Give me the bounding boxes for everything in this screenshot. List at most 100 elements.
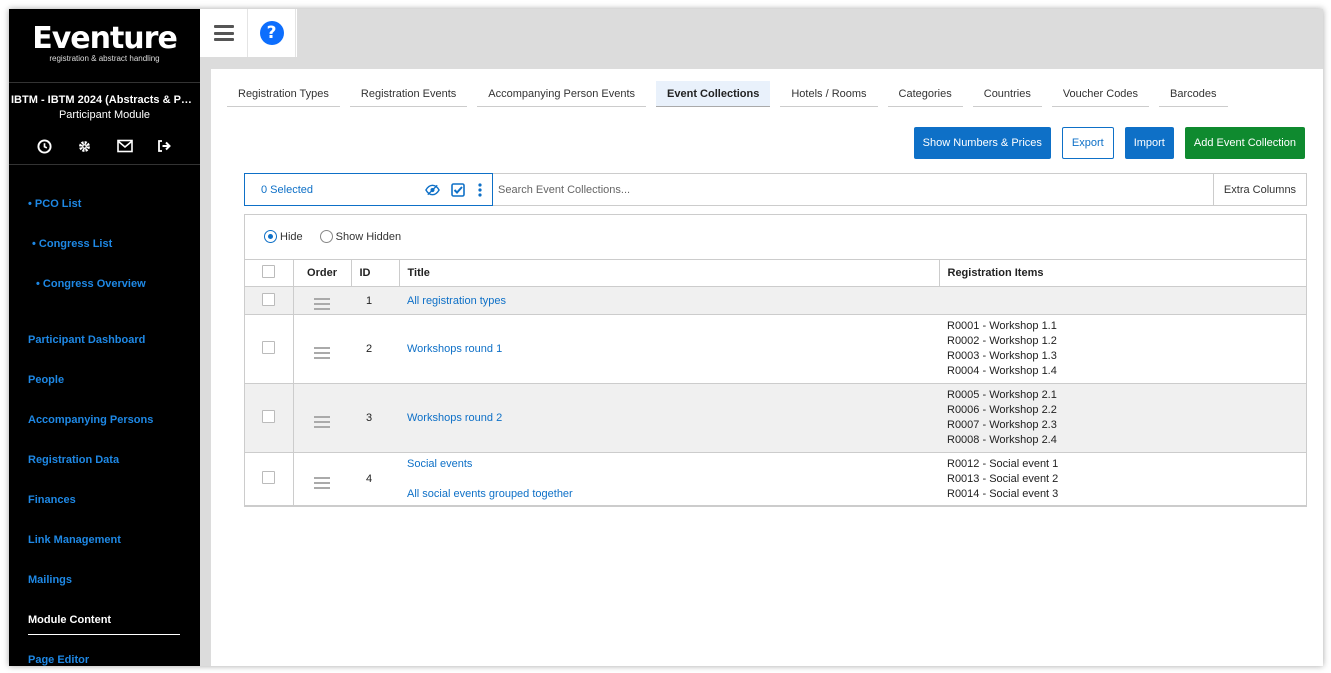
sidebar-item-congress-list[interactable]: • Congress List: [32, 238, 112, 250]
sidebar-icon-bar: [9, 138, 200, 154]
tab-barcodes[interactable]: Barcodes: [1159, 81, 1228, 107]
kebab-menu-icon[interactable]: [476, 182, 484, 198]
sidebar-item-pco-list[interactable]: • PCO List: [28, 198, 81, 210]
hide-radio[interactable]: [264, 230, 277, 243]
registration-item: R0013 - Social event 2: [947, 472, 1059, 485]
row-checkbox[interactable]: [262, 341, 276, 354]
tab-registration-types[interactable]: Registration Types: [227, 81, 340, 107]
drag-handle-icon[interactable]: [314, 346, 331, 359]
row-checkbox-cell: [245, 383, 294, 453]
sidebar-item-finances[interactable]: Finances: [28, 494, 76, 506]
clock-icon[interactable]: [37, 138, 53, 154]
sidebar-divider: [9, 82, 200, 83]
logo-title: Eventure: [32, 21, 178, 56]
table-row[interactable]: 1 All registration types: [245, 286, 1306, 315]
top-bar: ?: [200, 9, 297, 57]
drag-handle-icon[interactable]: [314, 476, 331, 489]
table-row[interactable]: 3 Workshops round 2 R0005 - Workshop 2.1…: [245, 383, 1306, 453]
tab-categories[interactable]: Categories: [887, 81, 963, 107]
id-header[interactable]: ID: [350, 259, 400, 287]
registration-item: R0002 - Workshop 1.2: [947, 335, 1057, 347]
table-row[interactable]: 2 Workshops round 1 R0001 - Workshop 1.1…: [245, 314, 1306, 384]
table-row[interactable]: 4 Social events All social events groupe…: [245, 452, 1306, 506]
show-numbers-prices-button[interactable]: Show Numbers & Prices: [913, 127, 1051, 159]
tab-voucher-codes[interactable]: Voucher Codes: [1051, 81, 1150, 107]
sidebar-item-accompanying-persons[interactable]: Accompanying Persons: [28, 414, 153, 426]
eye-slash-icon[interactable]: [424, 182, 440, 198]
order-header[interactable]: Order: [293, 259, 351, 287]
row-items-cell: [939, 286, 1306, 315]
registration-item: R0012 - Social event 1: [947, 457, 1059, 470]
import-button[interactable]: Import: [1124, 127, 1174, 159]
drag-handle-icon[interactable]: [314, 298, 331, 310]
tab-countries[interactable]: Countries: [972, 81, 1042, 107]
drag-handle-cell: [293, 314, 351, 384]
show-hidden-radio[interactable]: [319, 230, 333, 243]
export-button[interactable]: Export: [1061, 127, 1114, 159]
search-input[interactable]: [498, 183, 1213, 196]
add-event-collection-button[interactable]: Add Event Collection: [1184, 127, 1305, 159]
row-items-cell: R0005 - Workshop 2.1 R0006 - Workshop 2.…: [939, 383, 1306, 453]
list-toolbar: 0 Selected Extra Columns: [244, 173, 1307, 206]
row-checkbox-cell: [245, 452, 294, 506]
row-id: 3: [351, 383, 399, 453]
module-name: Participant Module: [58, 109, 151, 121]
logo[interactable]: Eventure registration & abstract handlin…: [9, 21, 200, 64]
row-title-link[interactable]: Workshops round 2: [407, 412, 502, 424]
row-title-cell: Workshops round 2: [399, 383, 939, 453]
row-checkbox-cell: [245, 286, 294, 315]
sidebar-item-participant-dashboard[interactable]: Participant Dashboard: [28, 334, 145, 346]
tab-accompanying-person-events[interactable]: Accompanying Person Events: [477, 81, 647, 107]
registration-item: R0008 - Workshop 2.4: [947, 434, 1057, 446]
row-items-cell: R0012 - Social event 1 R0013 - Social ev…: [939, 452, 1306, 506]
tab-event-collections[interactable]: Event Collections: [656, 81, 771, 107]
sidebar-item-mailings[interactable]: Mailings: [28, 574, 72, 586]
extra-columns-button[interactable]: Extra Columns: [1213, 174, 1306, 205]
row-title-link[interactable]: Workshops round 1: [407, 343, 502, 355]
row-title-cell: Social events All social events grouped …: [399, 452, 939, 506]
title-header[interactable]: Title: [399, 259, 939, 287]
show-hidden-label[interactable]: Show Hidden: [336, 231, 401, 243]
select-all-checkbox[interactable]: [262, 265, 276, 278]
event-collections-table: Order ID Title Registration Items 1 All …: [245, 259, 1306, 506]
row-title-link[interactable]: Social events: [407, 458, 472, 470]
row-checkbox[interactable]: [262, 471, 276, 484]
select-all-header: [245, 259, 294, 287]
tab-hotels-rooms[interactable]: Hotels / Rooms: [780, 81, 878, 107]
row-id: 2: [351, 314, 399, 384]
selection-box: 0 Selected: [244, 173, 493, 206]
sidebar-item-registration-data[interactable]: Registration Data: [28, 454, 119, 466]
selected-count[interactable]: 0 Selected: [261, 184, 414, 196]
hide-label[interactable]: Hide: [280, 231, 303, 243]
registration-item: R0005 - Workshop 2.1: [947, 389, 1057, 401]
hamburger-icon: [213, 25, 234, 41]
sidebar-item-page-editor[interactable]: Page Editor: [28, 654, 89, 666]
mail-icon[interactable]: [116, 138, 133, 154]
row-checkbox[interactable]: [262, 292, 276, 306]
row-title-link[interactable]: All registration types: [407, 295, 506, 307]
check-square-icon[interactable]: [450, 182, 466, 198]
registration-item: R0001 - Workshop 1.1: [947, 320, 1057, 332]
help-button[interactable]: ?: [248, 9, 296, 57]
gear-icon[interactable]: [77, 138, 93, 154]
row-checkbox-cell: [245, 314, 294, 384]
registration-item: R0004 - Workshop 1.4: [947, 365, 1057, 377]
logout-icon[interactable]: [157, 138, 173, 154]
drag-handle-cell: [293, 452, 351, 506]
row-checkbox[interactable]: [262, 410, 276, 423]
action-buttons: Show Numbers & Prices Export Import Add …: [913, 127, 1305, 159]
registration-item: R0007 - Workshop 2.3: [947, 419, 1057, 431]
sidebar-item-people[interactable]: People: [28, 374, 64, 386]
sidebar-item-module-content[interactable]: Module Content: [28, 614, 111, 626]
row-title-cell: Workshops round 1: [399, 314, 939, 384]
main-panel: Registration Types Registration Events A…: [211, 69, 1323, 666]
sidebar-item-congress-overview[interactable]: • Congress Overview: [36, 278, 146, 290]
registration-items-header[interactable]: Registration Items: [938, 259, 1306, 287]
sidebar-item-link-management[interactable]: Link Management: [28, 534, 121, 546]
tab-registration-events[interactable]: Registration Events: [349, 81, 468, 107]
row-description-link[interactable]: All social events grouped together: [407, 488, 573, 500]
drag-handle-icon[interactable]: [314, 415, 331, 428]
module-tabs: Registration Types Registration Events A…: [227, 81, 1238, 108]
help-icon: ?: [259, 21, 284, 45]
menu-toggle-button[interactable]: [200, 9, 248, 57]
